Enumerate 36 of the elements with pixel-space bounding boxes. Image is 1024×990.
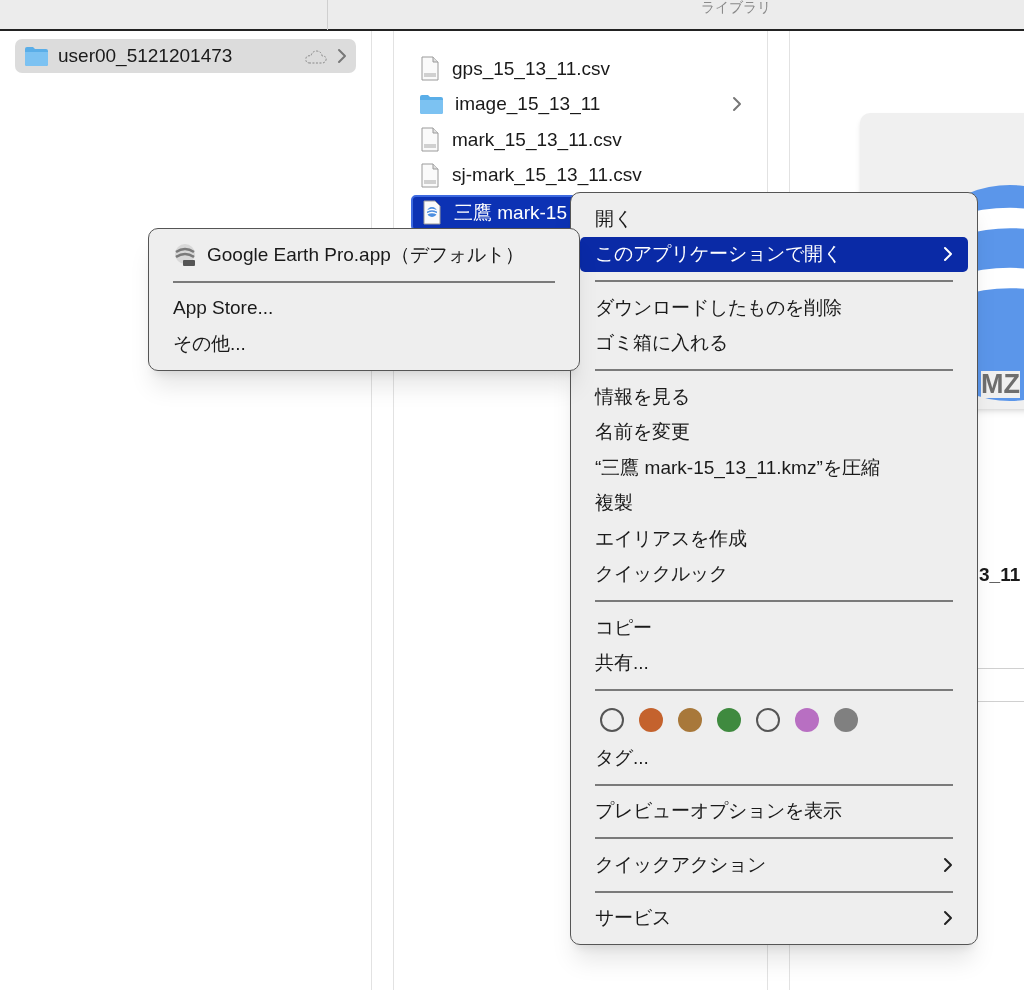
menu-item[interactable]: 開く xyxy=(580,201,968,237)
menu-item[interactable]: Google Earth Pro.app（デフォルト） xyxy=(158,237,570,273)
menu-item[interactable]: タグ... xyxy=(580,740,968,776)
menu-item[interactable]: ダウンロードしたものを削除 xyxy=(580,290,968,326)
file-row[interactable]: mark_15_13_11.csv xyxy=(411,122,750,158)
menu-item[interactable]: その他... xyxy=(158,326,570,362)
menu-item[interactable]: 名前を変更 xyxy=(580,414,968,450)
kmz-file-icon xyxy=(421,200,443,226)
chevron-icon xyxy=(732,96,742,113)
icon-label: MZ xyxy=(981,371,1020,398)
menu-item[interactable]: コピー xyxy=(580,610,968,646)
menu-item[interactable]: クイックルック xyxy=(580,556,968,592)
menu-item[interactable]: 情報を見る xyxy=(580,379,968,415)
menu-item[interactable]: サービス xyxy=(580,900,968,936)
document-icon xyxy=(419,162,441,188)
file-row[interactable]: sj-mark_15_13_11.csv xyxy=(411,157,750,193)
chevron-icon xyxy=(337,48,347,64)
menu-item[interactable]: プレビューオプションを表示 xyxy=(580,793,968,829)
menu-item[interactable]: ゴミ箱に入れる xyxy=(580,325,968,361)
menu-item[interactable]: 共有... xyxy=(580,645,968,681)
menu-item[interactable]: App Store... xyxy=(158,290,570,326)
menu-item[interactable]: クイックアクション xyxy=(580,847,968,883)
document-icon xyxy=(419,56,441,82)
folder-icon xyxy=(419,93,444,116)
menu-item[interactable]: エイリアスを作成 xyxy=(580,521,968,557)
menu-item[interactable]: このアプリケーションで開く xyxy=(580,236,968,272)
menu-item[interactable]: “三鷹 mark-15_13_11.kmz”を圧縮 xyxy=(580,450,968,486)
file-row[interactable]: gps_15_13_11.csv xyxy=(411,51,750,87)
file-row[interactable]: image_15_13_11 xyxy=(411,86,750,122)
app-icon xyxy=(173,242,197,267)
folder-icon xyxy=(24,45,49,67)
menu-item[interactable]: 複製 xyxy=(580,485,968,521)
toolbar-title: ライブラリ xyxy=(701,0,771,17)
preview-filename: 3_11 xyxy=(979,563,1021,587)
sidebar-item[interactable]: user00_5121201473 xyxy=(15,39,356,73)
document-icon xyxy=(419,127,441,153)
